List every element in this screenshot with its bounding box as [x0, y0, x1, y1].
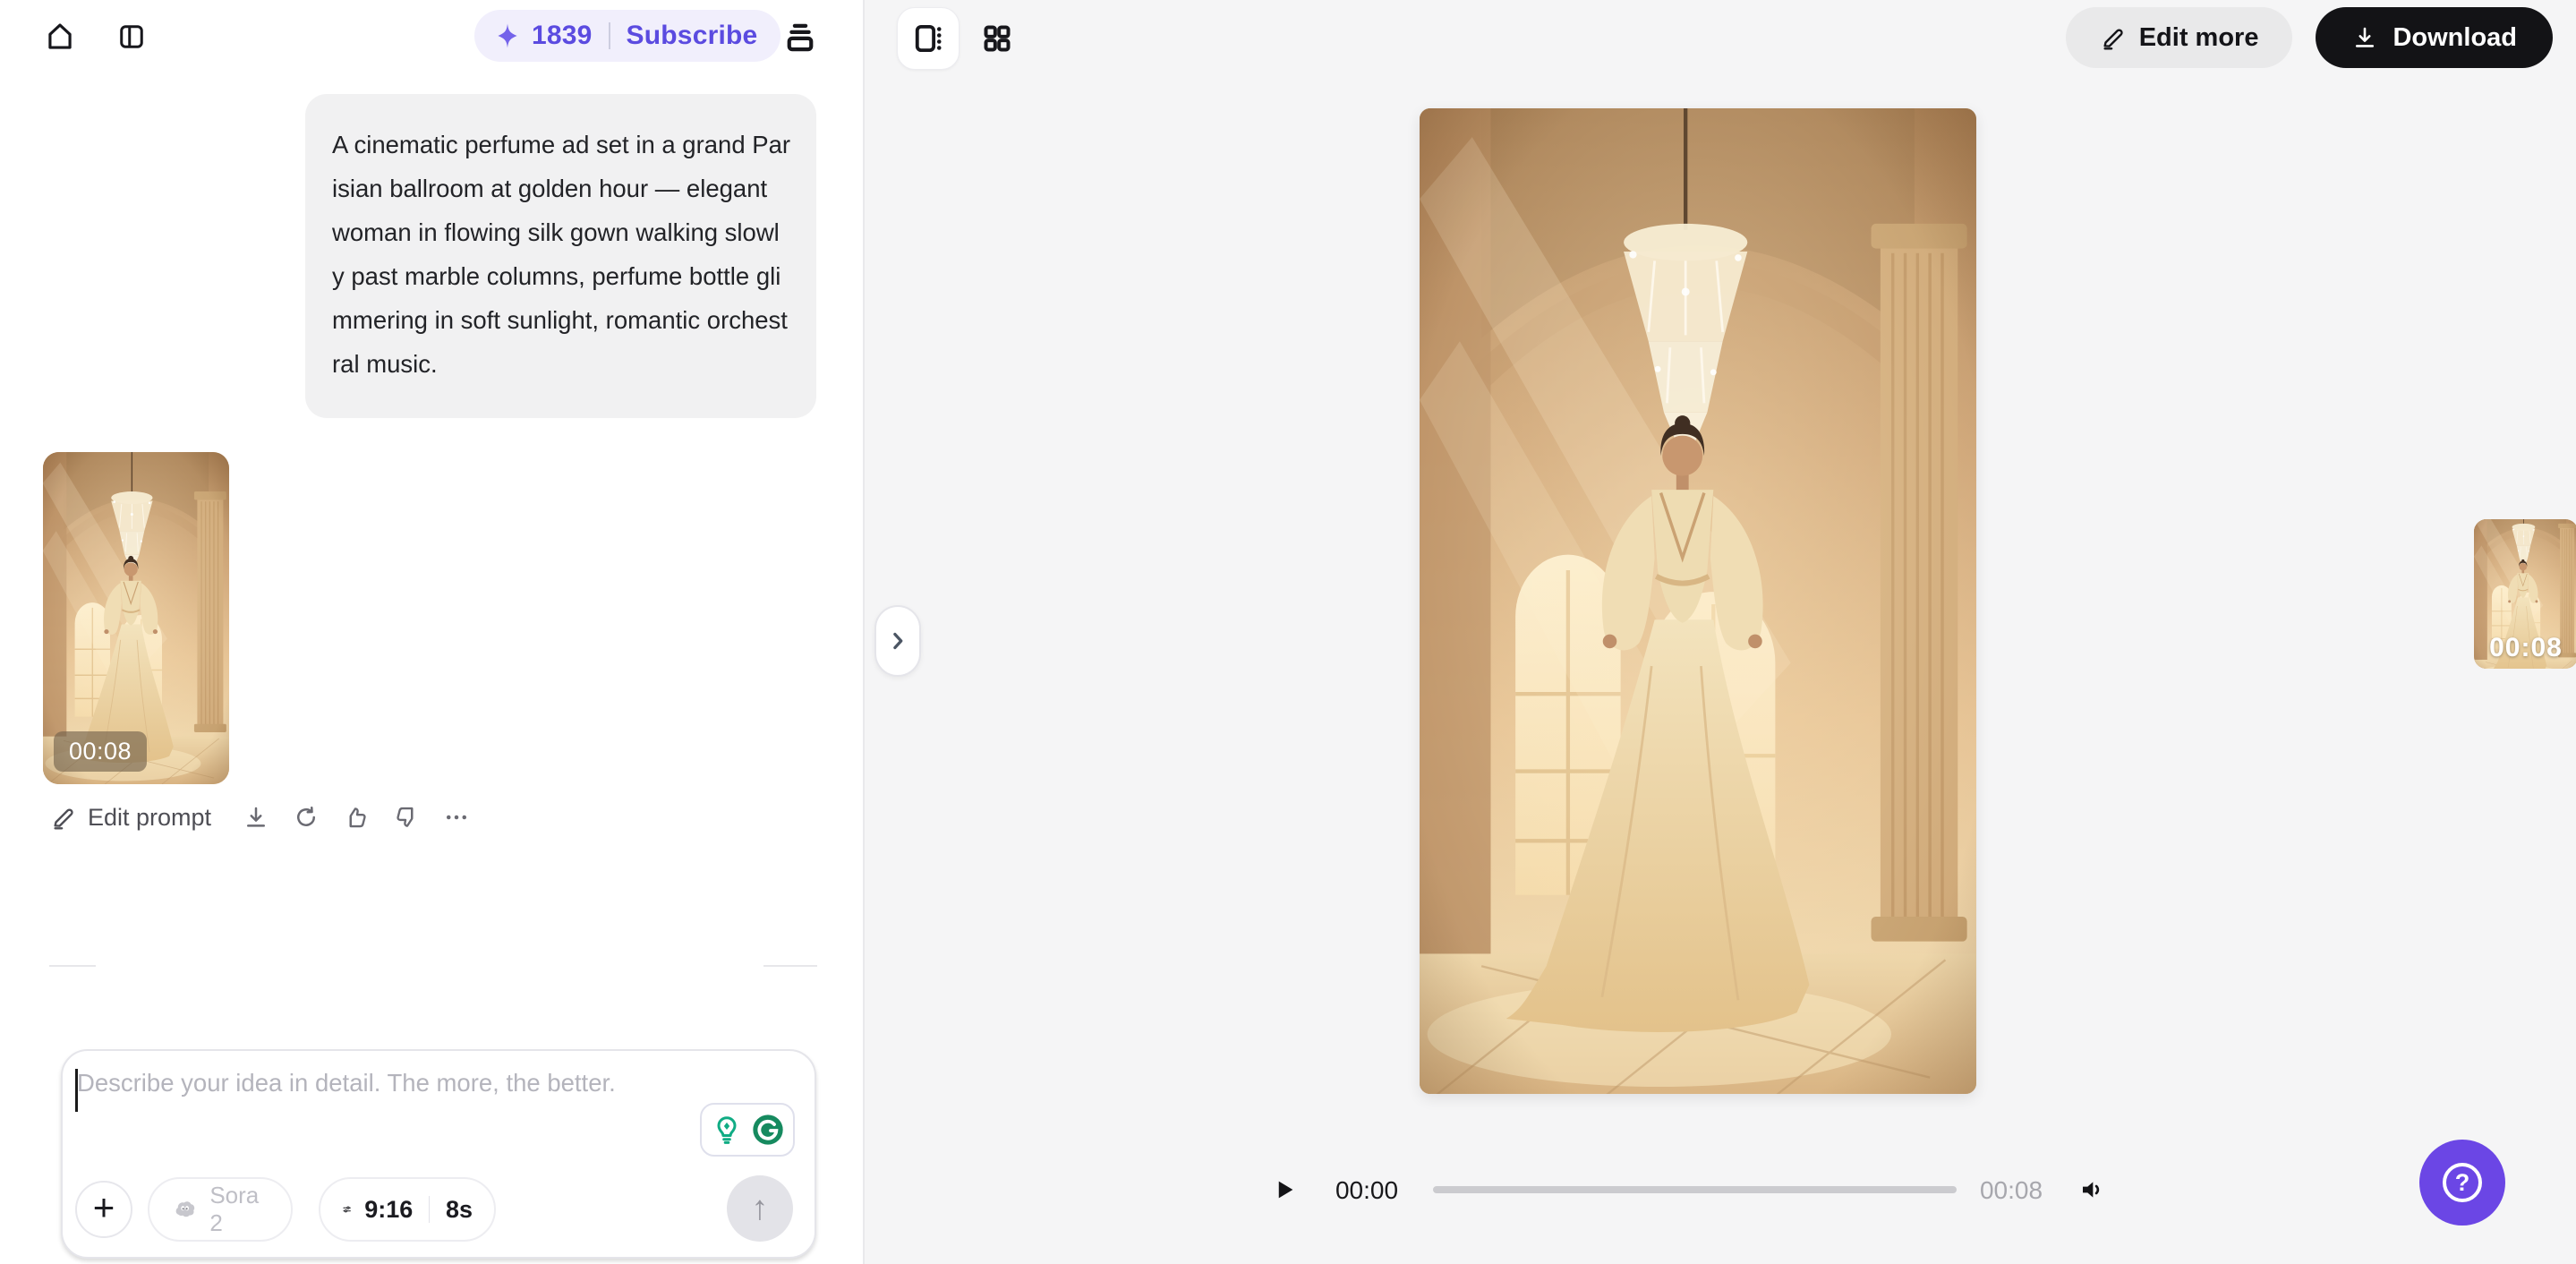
single-view-button[interactable]: [897, 7, 960, 70]
question-mark-icon: ?: [2443, 1163, 2482, 1202]
home-button[interactable]: [39, 16, 81, 57]
generation-settings[interactable]: 9:16 8s: [319, 1177, 496, 1242]
model-select[interactable]: Sora 2: [148, 1177, 293, 1242]
download-icon: [243, 804, 269, 831]
send-button[interactable]: ↑: [727, 1175, 793, 1242]
current-time: 00:00: [1317, 1176, 1417, 1205]
sidebar-toggle-icon: [115, 21, 148, 53]
sparkle-icon: [492, 21, 523, 51]
grid-view-button[interactable]: [970, 12, 1024, 65]
arrow-up-icon: ↑: [752, 1190, 769, 1228]
suggestion-lightbulb-button[interactable]: [708, 1111, 746, 1149]
dislike-button[interactable]: [381, 798, 431, 837]
chevron-right-icon: [884, 628, 911, 654]
left-topbar: 1839 Subscribe: [0, 0, 863, 73]
download-label: Download: [2393, 23, 2517, 53]
download-icon: [2351, 24, 2378, 51]
history-button[interactable]: [777, 14, 823, 61]
speaker-icon: [2077, 1175, 2106, 1204]
edit-more-label: Edit more: [2139, 23, 2259, 53]
like-button[interactable]: [331, 798, 381, 837]
filmstrip-duration: 00:08: [2474, 633, 2576, 663]
credits-count: 1839: [532, 21, 593, 51]
settings-divider: [429, 1196, 430, 1223]
regenerate-button[interactable]: [281, 798, 331, 837]
grid-icon: [979, 21, 1015, 56]
prompt-composer: + Sora 2 9:16 8s ↑: [61, 1049, 816, 1259]
user-prompt-bubble: A cinematic perfume ad set in a grand Pa…: [305, 94, 816, 418]
viewer-panel: Edit more Download 00:00 00:08 00:08 ?: [863, 0, 2576, 1264]
lightbulb-icon: [711, 1114, 743, 1146]
expand-panel-button[interactable]: [874, 605, 921, 677]
home-icon: [43, 20, 77, 54]
edit-prompt-button[interactable]: Edit prompt: [50, 804, 211, 832]
plus-icon: +: [93, 1189, 115, 1226]
play-icon: [1271, 1176, 1298, 1203]
edit-prompt-label: Edit prompt: [88, 804, 211, 832]
viewer-actions: Edit more Download: [2066, 7, 2553, 68]
help-button[interactable]: ?: [2419, 1140, 2505, 1226]
status-divider-right: [763, 965, 817, 967]
stack-icon: [781, 19, 819, 56]
model-name: Sora 2: [209, 1182, 269, 1237]
subscribe-link[interactable]: Subscribe: [627, 21, 758, 51]
play-button[interactable]: [1261, 1166, 1308, 1213]
more-options-button[interactable]: [431, 798, 482, 837]
user-prompt-text: A cinematic perfume ad set in a grand Pa…: [332, 123, 791, 386]
grammarly-button[interactable]: [749, 1111, 787, 1149]
grammarly-widget: [700, 1103, 795, 1157]
video-frame: [1420, 108, 1976, 1094]
video-player[interactable]: [1420, 108, 1976, 1094]
aspect-ratio-value: 9:16: [364, 1196, 413, 1224]
grammarly-g-icon: [750, 1112, 786, 1148]
progress-bar[interactable]: [1433, 1186, 1957, 1193]
generation-actions: Edit prompt: [50, 798, 533, 837]
composer-toolbar: + Sora 2 9:16 8s ↑: [63, 1177, 815, 1243]
sidebar-toggle-button[interactable]: [111, 16, 152, 57]
volume-button[interactable]: [2068, 1166, 2115, 1213]
refresh-icon: [293, 804, 320, 831]
thumbnail-duration-badge: 00:08: [54, 731, 147, 772]
add-attachment-button[interactable]: +: [75, 1181, 132, 1238]
ellipsis-icon: [443, 804, 470, 831]
pencil-icon: [50, 804, 77, 831]
panel-view-icon: [909, 20, 947, 57]
thumb-down-icon: [393, 804, 420, 831]
download-video-button[interactable]: [231, 798, 281, 837]
generated-video-thumbnail[interactable]: 00:08: [43, 452, 229, 784]
thumb-up-icon: [343, 804, 370, 831]
total-time: 00:08: [1961, 1176, 2061, 1205]
left-panel: 1839 Subscribe A cinematic perfume ad se…: [0, 0, 863, 1264]
download-button[interactable]: Download: [2316, 7, 2553, 68]
status-divider-left: [49, 965, 96, 967]
edit-more-button[interactable]: Edit more: [2066, 7, 2293, 68]
badge-divider: [609, 22, 610, 49]
duration-value: 8s: [446, 1196, 473, 1224]
pencil-icon: [2100, 24, 2127, 51]
idea-input[interactable]: [77, 1069, 668, 1149]
filmstrip-thumbnail[interactable]: 00:08: [2474, 519, 2576, 669]
sora-mascot-icon: [171, 1193, 199, 1226]
sliders-icon: [342, 1194, 352, 1225]
credits-subscribe-badge[interactable]: 1839 Subscribe: [474, 10, 780, 62]
